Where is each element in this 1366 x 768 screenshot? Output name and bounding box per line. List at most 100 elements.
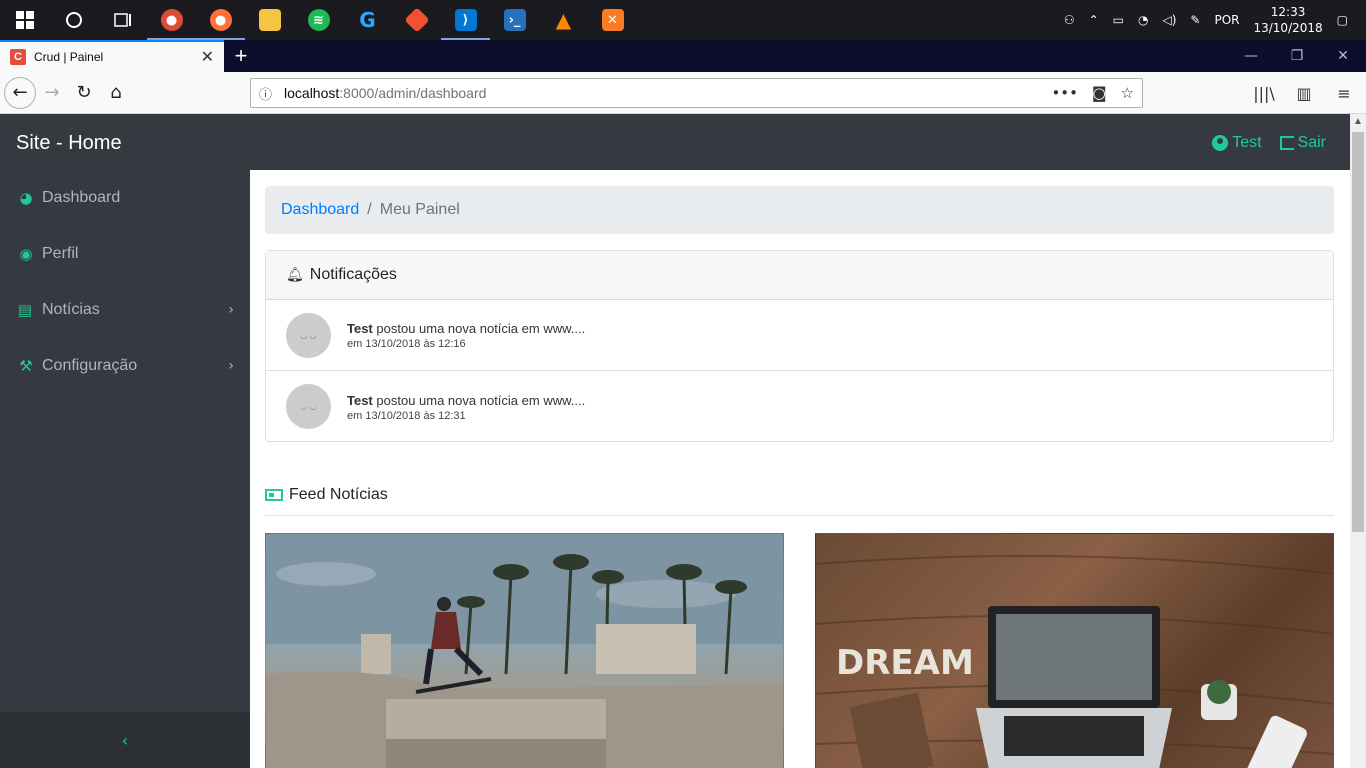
site-info-icon[interactable]: ⓘ [259, 84, 272, 103]
windows-taskbar: ● ● ≋ G ⟩ ›_ ▲ ✕ ⚇ ⌃ ▭ ◔ ◁) ✎ POR 12:33 … [0, 0, 1366, 40]
avatar: ◡ ◡ [286, 312, 331, 358]
notifications-header: 🔔︎ Notificações [266, 251, 1333, 300]
close-window-icon[interactable]: ✕ [1320, 40, 1366, 72]
sidebar-item-label: Perfil [42, 245, 79, 262]
avatar: ◡ ◡ [286, 384, 331, 429]
tab-title: Crud | Painel [34, 50, 104, 64]
notification-text: Test postou uma nova notícia em www.... [347, 320, 585, 338]
restore-icon[interactable]: ❐ [1274, 40, 1320, 72]
notification-center-icon[interactable]: ▢ [1337, 13, 1348, 27]
cortana-search-icon[interactable] [49, 0, 98, 40]
sidebar-item-label: Configuração [42, 357, 138, 374]
dashboard-icon: ◕ [19, 189, 33, 207]
chevron-right-icon: › [228, 302, 234, 318]
library-icon[interactable]: |||\ [1250, 77, 1278, 109]
user-circle-icon: ◉ [19, 245, 33, 263]
url-path: :8000/admin/dashboard [339, 85, 487, 101]
sidebar-item-label: Dashboard [42, 189, 121, 206]
language-indicator[interactable]: POR [1214, 13, 1239, 27]
wifi-icon[interactable]: ◔ [1138, 13, 1148, 27]
logout-label: Sair [1297, 134, 1326, 151]
window-controls: — ❐ ✕ [1228, 40, 1366, 72]
url-bar[interactable]: ⓘ localhost:8000/admin/dashboard ••• ◙ ☆ [250, 78, 1143, 108]
browser-tab[interactable]: C Crud | Painel ✕ [0, 40, 224, 72]
windows-start-icon[interactable] [0, 0, 49, 40]
wrench-icon: ⚒ [19, 357, 33, 375]
home-button[interactable]: ⌂ [100, 77, 132, 109]
battery-icon[interactable]: ▭ [1113, 13, 1124, 27]
sidebar-toggle-icon[interactable]: ▥ [1290, 77, 1318, 109]
browser-tabstrip: C Crud | Painel ✕ + — ❐ ✕ [0, 40, 1366, 72]
people-icon[interactable]: ⚇ [1064, 13, 1075, 27]
feed-title: Feed Notícias [289, 486, 388, 503]
reload-button[interactable]: ↻ [68, 77, 100, 109]
feed-section-title: Feed Notícias [265, 486, 1334, 516]
breadcrumb: Dashboard / Meu Painel [265, 186, 1334, 234]
user-circle-icon [1212, 135, 1229, 151]
page-scrollbar[interactable]: ▲ [1350, 114, 1366, 768]
breadcrumb-current: Meu Painel [379, 201, 460, 218]
bell-icon: 🔔︎ [286, 267, 304, 283]
sidebar-item-label: Notícias [42, 301, 100, 318]
notification-user: Test [347, 321, 373, 336]
menu-icon[interactable]: ≡ [1330, 77, 1358, 109]
web-page: Site - Home Test Sair ◕ Dashboard ◉ Perf… [0, 114, 1350, 768]
minimize-icon[interactable]: — [1228, 40, 1274, 72]
pocket-icon[interactable]: ◙ [1092, 84, 1107, 102]
firefox-app-icon[interactable]: ● [196, 0, 245, 40]
sidebar-item-dashboard[interactable]: ◕ Dashboard [0, 170, 250, 226]
forward-button[interactable]: → [36, 77, 68, 109]
back-button[interactable]: ← [4, 76, 36, 109]
system-tray: ⚇ ⌃ ▭ ◔ ◁) ✎ POR 12:33 13/10/2018 ▢ [1064, 0, 1366, 40]
git-icon[interactable] [392, 0, 441, 40]
breadcrumb-separator: / [367, 201, 372, 218]
brand-title[interactable]: Site - Home [16, 132, 122, 155]
clock-date: 13/10/2018 [1253, 21, 1323, 35]
sidebar: ◕ Dashboard ◉ Perfil ▤ Notícias › ⚒ Conf… [0, 170, 250, 768]
pen-icon[interactable]: ✎ [1190, 13, 1200, 27]
notification-message: postou uma nova notícia em www.... [376, 392, 586, 408]
svg-text:DREAM: DREAM [836, 643, 974, 683]
notification-time: em 13/10/2018 às 12:16 [347, 338, 466, 350]
scrollbar-thumb[interactable] [1352, 132, 1364, 532]
vlc-icon[interactable]: ▲ [539, 0, 588, 40]
vscode-icon[interactable]: ⟩ [441, 0, 490, 40]
user-link[interactable]: Test [1212, 134, 1262, 152]
favicon-icon: C [10, 49, 26, 65]
news-image-skatepark[interactable] [265, 533, 784, 768]
spotify-icon[interactable]: ≋ [294, 0, 343, 40]
close-tab-icon[interactable]: ✕ [201, 47, 214, 67]
notification-item[interactable]: ◡ ◡ Test postou uma nova notícia em www.… [266, 371, 1333, 442]
notification-time: em 13/10/2018 às 12:31 [347, 409, 466, 422]
logitech-g-icon[interactable]: G [343, 0, 392, 40]
xampp-icon[interactable]: ✕ [588, 0, 637, 40]
sidebar-item-configuracao[interactable]: ⚒ Configuração › [0, 338, 250, 394]
news-image-laptop-desk[interactable]: DREAM [815, 533, 1334, 768]
breadcrumb-dashboard-link[interactable]: Dashboard [281, 201, 359, 219]
main-content: Dashboard / Meu Painel 🔔︎ Notificações ◡… [250, 170, 1350, 768]
page-actions-icon[interactable]: ••• [1051, 84, 1078, 102]
sidebar-item-noticias[interactable]: ▤ Notícias › [0, 282, 250, 338]
sidebar-item-perfil[interactable]: ◉ Perfil [0, 226, 250, 282]
clock-time: 12:33 [1270, 5, 1306, 19]
url-host: localhost [284, 85, 340, 101]
volume-icon[interactable]: ◁) [1162, 13, 1176, 27]
chevron-up-icon[interactable]: ⌃ [1089, 13, 1099, 27]
new-tab-button[interactable]: + [224, 40, 258, 72]
newspaper-icon [265, 489, 283, 501]
bookmark-star-icon[interactable]: ☆ [1121, 84, 1134, 102]
powershell-icon[interactable]: ›_ [490, 0, 539, 40]
scroll-up-icon[interactable]: ▲ [1350, 116, 1366, 127]
chrome-app-icon[interactable]: ● [147, 0, 196, 40]
clock[interactable]: 12:33 13/10/2018 [1253, 4, 1322, 36]
logout-link[interactable]: Sair [1279, 134, 1326, 152]
notification-item[interactable]: ◡ ◡ Test postou uma nova notícia em www.… [266, 300, 1333, 371]
chevron-right-icon: › [228, 358, 234, 374]
task-view-icon[interactable] [98, 0, 147, 40]
chevron-left-icon: ‹ [121, 730, 129, 750]
browser-toolbar: ← → ↻ ⌂ ⓘ localhost:8000/admin/dashboard… [0, 72, 1366, 114]
sidebar-collapse-button[interactable]: ‹ [0, 712, 250, 768]
newspaper-icon: ▤ [17, 301, 33, 319]
notification-text: Test postou uma nova notícia em www.... [347, 392, 585, 410]
file-explorer-icon[interactable] [245, 0, 294, 40]
